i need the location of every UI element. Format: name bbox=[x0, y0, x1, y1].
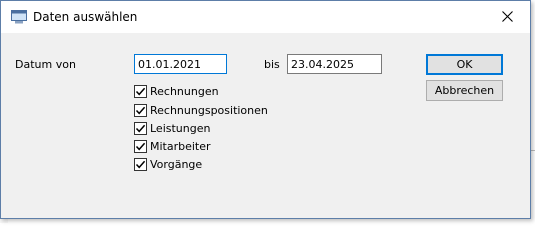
checkbox-label: Leistungen bbox=[150, 122, 211, 135]
checkbox-label: Rechnungspositionen bbox=[150, 104, 268, 117]
checkbox-box[interactable] bbox=[134, 122, 147, 135]
checkbox-leistungen[interactable]: Leistungen bbox=[134, 120, 210, 137]
background-window-edge bbox=[531, 0, 535, 223]
close-button[interactable] bbox=[485, 1, 530, 32]
app-window-icon bbox=[11, 10, 27, 24]
checkbox-label: Rechnungen bbox=[150, 85, 219, 98]
date-to-label: bis bbox=[264, 58, 280, 71]
checkbox-rechnungspositionen[interactable]: Rechnungspositionen bbox=[134, 102, 268, 119]
checkbox-box[interactable] bbox=[134, 85, 147, 98]
close-icon bbox=[502, 11, 513, 22]
checkbox-box[interactable] bbox=[134, 158, 147, 171]
checkbox-mitarbeiter[interactable]: Mitarbeiter bbox=[134, 138, 211, 155]
background-divider bbox=[531, 150, 535, 151]
checkbox-vorgaenge[interactable]: Vorgänge bbox=[134, 156, 202, 173]
date-to-input[interactable] bbox=[287, 54, 382, 74]
checkmark-icon bbox=[135, 124, 146, 133]
cancel-button[interactable]: Abbrechen bbox=[426, 80, 503, 101]
checkbox-label: Vorgänge bbox=[150, 158, 203, 171]
window-title: Daten auswählen bbox=[33, 10, 138, 24]
checkbox-rechnungen[interactable]: Rechnungen bbox=[134, 83, 219, 100]
date-from-input[interactable] bbox=[134, 54, 227, 74]
checkmark-icon bbox=[135, 87, 146, 96]
title-bar: Daten auswählen bbox=[1, 1, 530, 33]
checkbox-box[interactable] bbox=[134, 140, 147, 153]
checkbox-box[interactable] bbox=[134, 104, 147, 117]
date-from-label: Datum von bbox=[15, 58, 76, 71]
checkmark-icon bbox=[135, 106, 146, 115]
ok-button[interactable]: OK bbox=[426, 54, 503, 75]
checkmark-icon bbox=[135, 142, 146, 151]
select-data-dialog: Daten auswählen Datum von bis OK Abbrech… bbox=[0, 0, 531, 219]
checkbox-label: Mitarbeiter bbox=[150, 140, 211, 153]
checkmark-icon bbox=[135, 160, 146, 169]
